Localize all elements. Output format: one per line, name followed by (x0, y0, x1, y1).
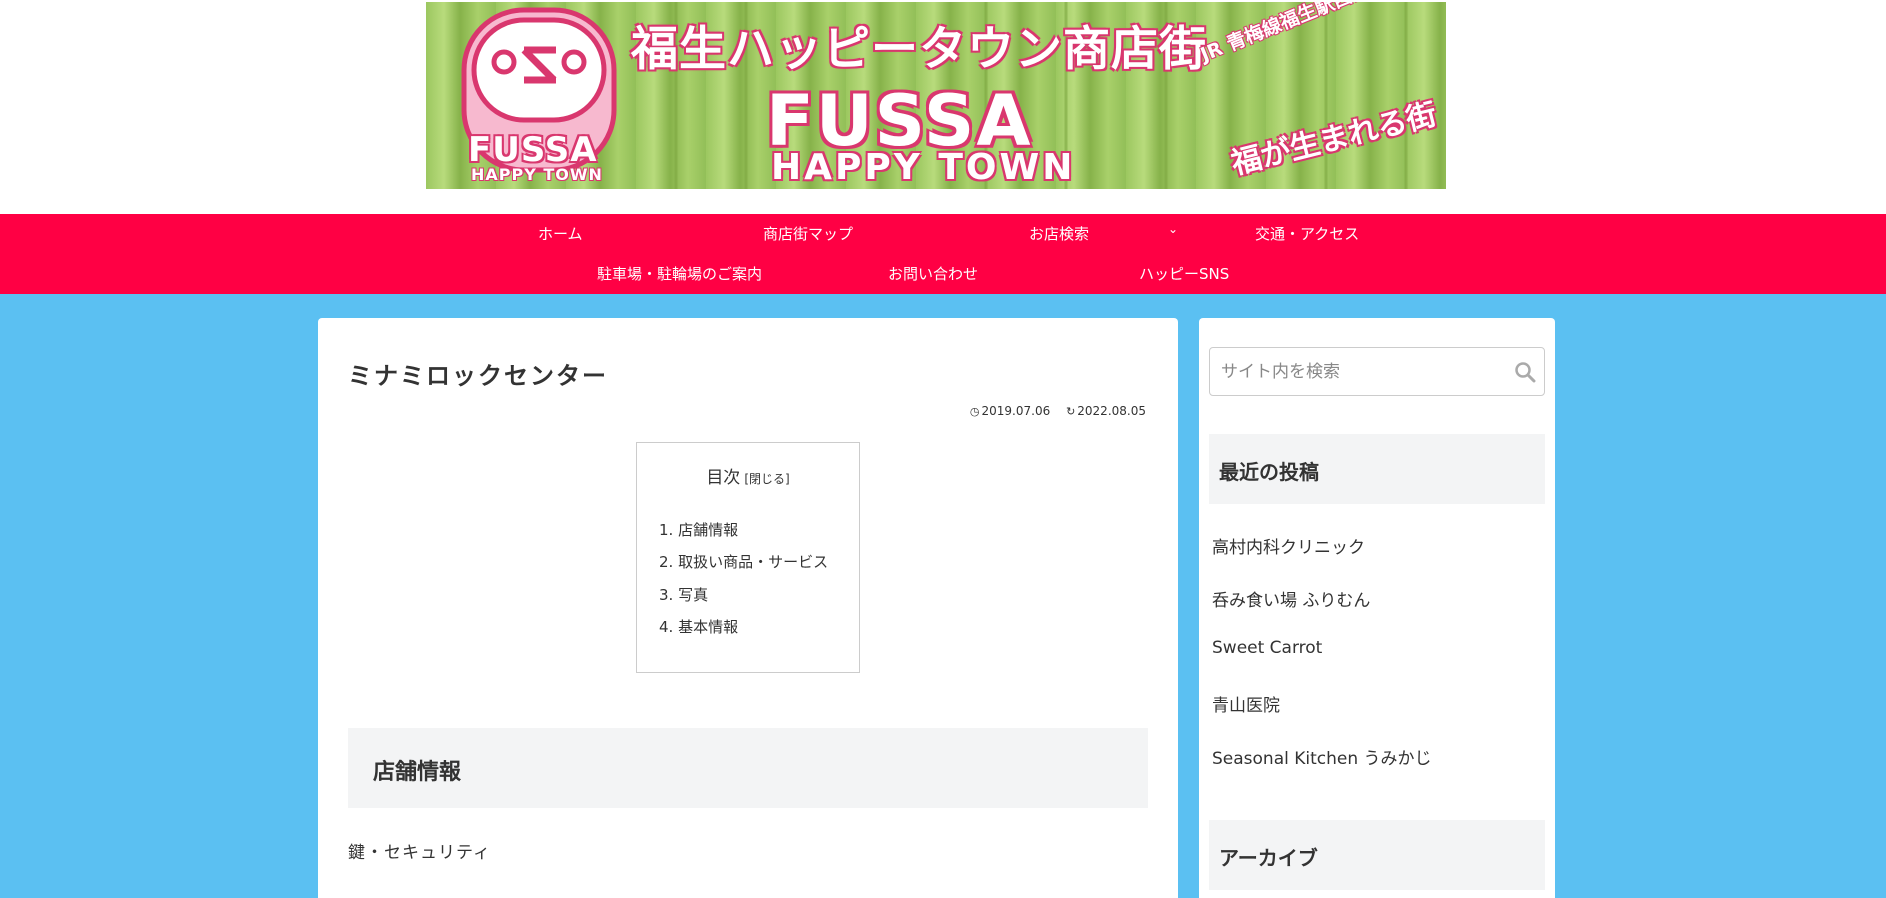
recent-post-link[interactable]: Sweet Carrot (1212, 638, 1322, 658)
toc-toggle-button[interactable]: [閉じる] (744, 472, 789, 486)
banner-title: 福生ハッピータウン商店街 (631, 22, 1207, 77)
published-date-text: 2019.07.06 (981, 404, 1051, 418)
nav-item-parking[interactable]: 駐車場・駐輪場のご案内 (597, 263, 762, 284)
logo-fussa-text: FUSSA (468, 130, 598, 170)
nav-item-shop-map[interactable]: 商店街マップ (763, 223, 853, 244)
toc-title-row: 目次 [閉じる] (637, 463, 859, 488)
toc-title: 目次 (706, 468, 741, 488)
recent-post-link[interactable]: 高村内科クリニック (1212, 533, 1365, 558)
section-heading-box: 店舗情報 (348, 728, 1148, 808)
body-text: 鍵・セキュリティ (348, 843, 491, 863)
recent-posts-heading: 最近の投稿 (1219, 460, 1319, 484)
recent-post-link[interactable]: Seasonal Kitchen うみかじ (1212, 744, 1432, 769)
logo-happy-town-text: HAPPY TOWN (471, 165, 603, 184)
nav-item-contact[interactable]: お問い合わせ (888, 263, 978, 284)
updated-date: ↻ 2022.08.05 (1066, 404, 1146, 418)
search-input[interactable] (1210, 348, 1500, 395)
nav-item-happy-sns[interactable]: ハッピーSNS (1139, 263, 1229, 284)
recent-posts-heading-box: 最近の投稿 (1209, 434, 1545, 504)
global-nav: ホーム 商店街マップ お店検索 ⌄ 交通・アクセス 駐車場・駐輪場のご案内 お問… (0, 214, 1886, 294)
archive-heading: アーカイブ (1219, 846, 1318, 870)
banner-happy-town-text: HAPPY TOWN (771, 147, 1076, 188)
archive-heading-box: アーカイブ (1209, 820, 1545, 890)
toc-item-basic-info[interactable]: 4. 基本情報 (659, 616, 738, 637)
published-date: ◷ 2019.07.06 (970, 404, 1050, 418)
nav-item-access[interactable]: 交通・アクセス (1255, 223, 1359, 244)
recent-post-link[interactable]: 呑み食い場 ふりむん (1212, 586, 1370, 611)
chevron-down-icon[interactable]: ⌄ (1168, 222, 1178, 236)
toc-item-store-info[interactable]: 1. 店舗情報 (659, 519, 738, 540)
page-title: ミナミロックセンター (348, 362, 608, 390)
site-banner[interactable]: 福生ハッピータウン商店街 FUSSA HAPPY TOWN JR 青梅線福生駅西… (426, 2, 1446, 189)
article-main: ミナミロックセンター ◷ 2019.07.06 ↻ 2022.08.05 目次 [閉じ… (318, 318, 1178, 898)
clock-icon: ◷ (969, 405, 980, 418)
site-header: 福生ハッピータウン商店街 FUSSA HAPPY TOWN JR 青梅線福生駅西… (0, 0, 1886, 214)
post-dates: ◷ 2019.07.06 ↻ 2022.08.05 (970, 404, 1146, 418)
search-form (1209, 347, 1545, 396)
updated-date-text: 2022.08.05 (1077, 404, 1146, 418)
search-icon[interactable] (1514, 361, 1536, 383)
history-icon: ↻ (1066, 405, 1076, 418)
toc-item-products[interactable]: 2. 取扱い商品・サービス (659, 551, 828, 572)
nav-item-home[interactable]: ホーム (538, 223, 583, 244)
toc-item-photos[interactable]: 3. 写真 (659, 584, 708, 605)
nav-item-shop-search[interactable]: お店検索 (1029, 223, 1089, 244)
section-heading: 店舗情報 (373, 760, 462, 785)
recent-post-link[interactable]: 青山医院 (1212, 691, 1280, 716)
sidebar: 最近の投稿 高村内科クリニック 呑み食い場 ふりむん Sweet Carrot … (1199, 318, 1555, 898)
table-of-contents: 目次 [閉じる] 1. 店舗情報 2. 取扱い商品・サービス 3. 写真 4. 基… (636, 442, 860, 673)
